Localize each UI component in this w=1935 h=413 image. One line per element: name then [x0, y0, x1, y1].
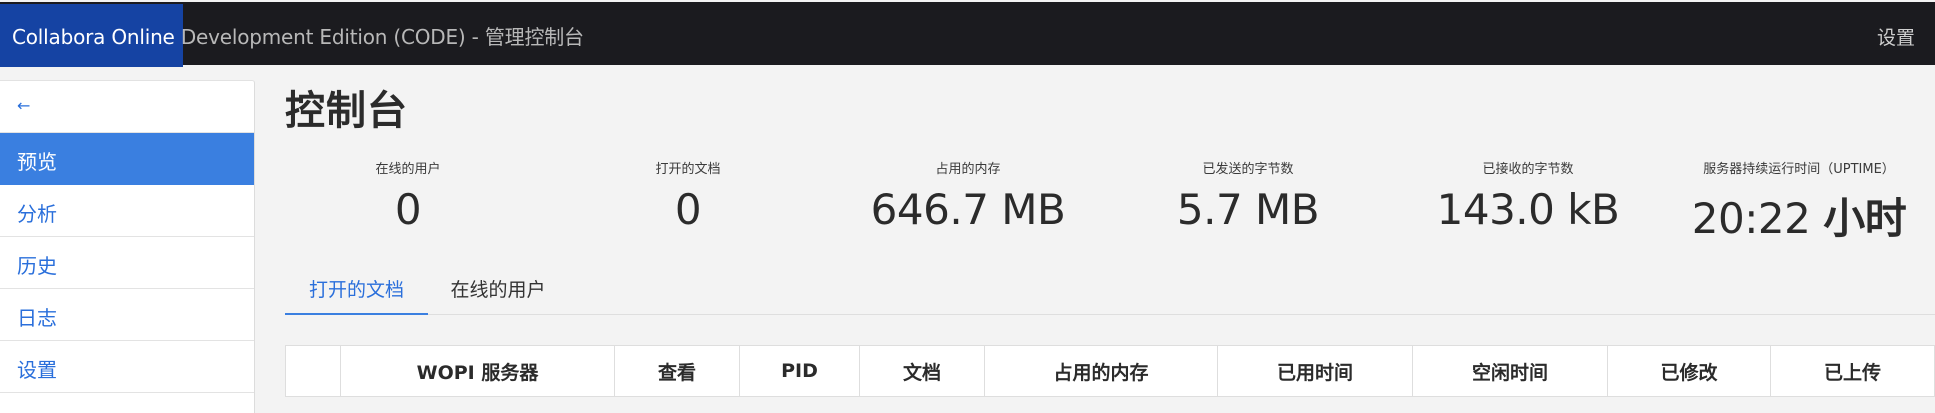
app-title-rest: Development Edition (CODE) - 管理控制台: [174, 25, 584, 49]
stat-value: 0: [674, 185, 702, 234]
tab-online-users[interactable]: 在线的用户: [428, 265, 568, 315]
column-header-view[interactable]: 查看: [615, 346, 740, 396]
tab-open-documents[interactable]: 打开的文档: [285, 265, 428, 315]
stat-value: 0: [394, 185, 422, 234]
app-title: Collabora Online Development Edition (CO…: [12, 21, 584, 50]
uptime-unit: 小时: [1823, 194, 1907, 243]
sidebar-item-log[interactable]: 日志: [0, 289, 254, 341]
sidebar: ← 预览 分析 历史 日志 设置: [0, 80, 255, 413]
column-header-select[interactable]: [286, 346, 341, 396]
stat-label: 服务器持续运行时间（UPTIME）: [1703, 162, 1895, 177]
column-header-uploaded[interactable]: 已上传: [1771, 346, 1934, 396]
stat-value: 20:22 小时: [1668, 185, 1930, 246]
back-arrow-icon[interactable]: ←: [0, 81, 254, 133]
sidebar-item-settings[interactable]: 设置: [0, 341, 254, 393]
sidebar-item-overview[interactable]: 预览: [0, 133, 254, 185]
stat-uptime: 服务器持续运行时间（UPTIME） 20:22 小时: [1668, 158, 1930, 246]
stat-memory-usage: 占用的内存 646.7 MB: [828, 158, 1108, 234]
column-header-elapsed-time[interactable]: 已用时间: [1218, 346, 1413, 396]
uptime-value: 20:22: [1691, 194, 1811, 243]
stat-label: 占用的内存: [935, 162, 1001, 177]
stat-bytes-received: 已接收的字节数 143.0 kB: [1388, 158, 1668, 234]
column-header-pid[interactable]: PID: [740, 346, 860, 396]
stat-label: 已发送的字节数: [1202, 162, 1294, 177]
stat-value: 5.7 MB: [1176, 185, 1320, 234]
stat-online-users: 在线的用户 0: [268, 158, 548, 234]
stat-open-documents: 打开的文档 0: [548, 158, 828, 234]
document-tabs: 打开的文档 在线的用户: [285, 265, 1935, 315]
documents-table-header: WOPI 服务器 查看 PID 文档 占用的内存 已用时间 空闲时间 已修改 已…: [285, 345, 1935, 397]
sidebar-item-history[interactable]: 历史: [0, 237, 254, 289]
stat-label: 已接收的字节数: [1482, 162, 1574, 177]
column-header-wopi-server[interactable]: WOPI 服务器: [341, 346, 615, 396]
top-navbar: Collabora Online Development Edition (CO…: [0, 0, 1935, 67]
page-title: 控制台: [285, 88, 408, 134]
stat-label: 打开的文档: [655, 162, 721, 177]
stat-label: 在线的用户: [375, 162, 441, 177]
brand-name[interactable]: Collabora Online: [12, 25, 175, 49]
navbar-settings-link[interactable]: 设置: [1877, 23, 1915, 50]
stat-value: 143.0 kB: [1436, 185, 1620, 234]
column-header-document[interactable]: 文档: [860, 346, 985, 396]
column-header-modified[interactable]: 已修改: [1608, 346, 1771, 396]
stat-value: 646.7 MB: [870, 185, 1066, 234]
column-header-idle-time[interactable]: 空闲时间: [1413, 346, 1608, 396]
stat-bytes-sent: 已发送的字节数 5.7 MB: [1108, 158, 1388, 234]
column-header-memory[interactable]: 占用的内存: [985, 346, 1218, 396]
sidebar-item-analytics[interactable]: 分析: [0, 185, 254, 237]
